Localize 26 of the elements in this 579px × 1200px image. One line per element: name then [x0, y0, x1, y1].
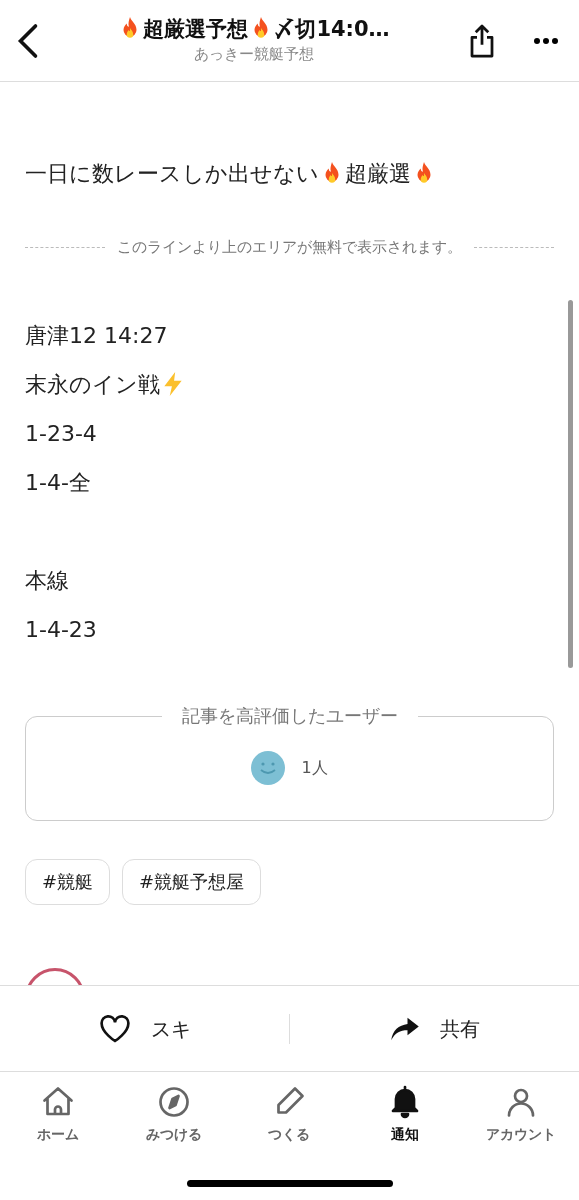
body-text: 唐津12 14:27 [25, 321, 168, 350]
intro-text: 超厳選 [345, 160, 411, 188]
hashtag-chip[interactable]: #競艇 [25, 858, 111, 905]
liker-count: 1人 [301, 757, 328, 779]
back-icon[interactable] [16, 22, 40, 59]
like-button[interactable]: スキ [98, 1013, 191, 1044]
article-title: 〆切14:0… [274, 16, 390, 44]
intro-text: 一日に数レースしか出せない [25, 160, 319, 188]
tab-bar-item[interactable]: 通知 [347, 1084, 464, 1145]
hashtag-chip[interactable]: #競艇予想屋 [122, 858, 262, 905]
free-area-note: このラインより上のエリアが無料で表示されます。 [117, 237, 462, 258]
body-text: 1-23-4 [25, 419, 97, 448]
author-name: あっきー競艇予想 [193, 44, 314, 66]
more-icon[interactable] [533, 36, 559, 45]
tab-bar-item[interactable]: みつける [115, 1084, 232, 1145]
tab-bar-item[interactable]: ホーム [0, 1084, 116, 1145]
body-text: 本線 [25, 566, 69, 595]
tab-bar-item[interactable]: アカウント [463, 1084, 579, 1145]
tab-bar-item[interactable]: つくる [231, 1084, 348, 1145]
heart-icon [98, 1013, 131, 1044]
body-text: 末永のイン戦 [25, 370, 160, 399]
body-text: 1-4-全 [25, 468, 91, 497]
article-title: 超厳選予想 [143, 16, 249, 44]
smiley-avatar-icon [251, 751, 286, 785]
share-button[interactable]: 共有 [389, 1013, 480, 1044]
body-text: 1-4-23 [25, 615, 97, 644]
